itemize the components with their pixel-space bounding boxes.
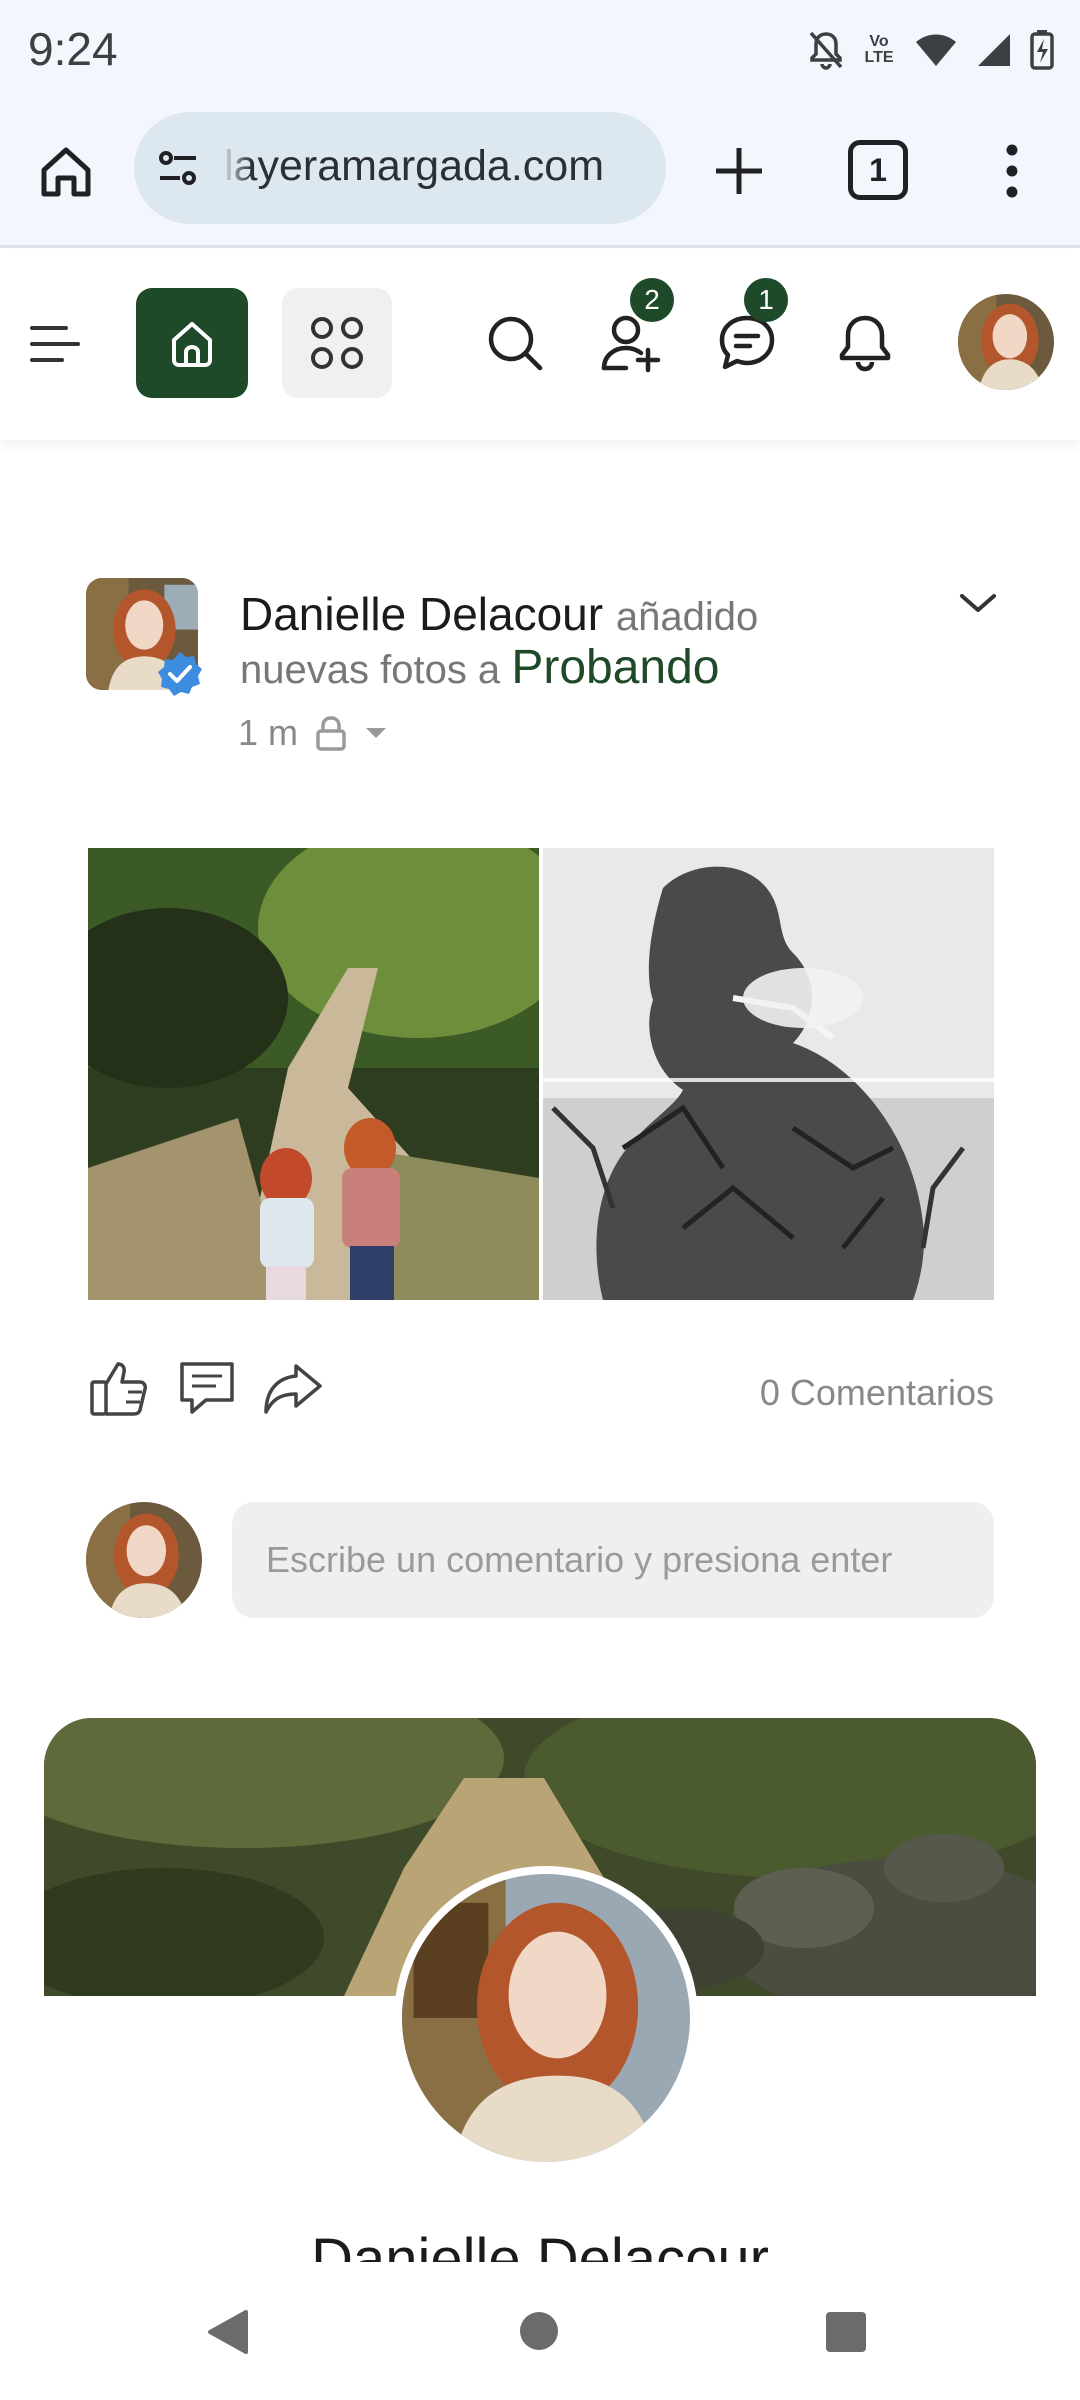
signal-icon <box>978 34 1010 66</box>
home-icon[interactable] <box>34 140 98 204</box>
search-icon[interactable] <box>484 312 546 374</box>
apps-icon <box>311 317 363 369</box>
photo-double-exposure <box>543 848 994 1300</box>
post-action-target-text: nuevas fotos a <box>240 648 501 692</box>
post-actions: 0 Comentarios <box>88 1358 994 1428</box>
menu-icon[interactable] <box>28 320 82 370</box>
back-icon[interactable] <box>206 2308 250 2356</box>
post-headline: Danielle Delacour añadido <box>240 588 880 643</box>
post-photo[interactable] <box>543 848 994 1300</box>
bell-icon[interactable] <box>834 312 896 374</box>
status-time: 9:24 <box>28 23 118 75</box>
post-photo-grid <box>88 848 994 1300</box>
wifi-icon <box>916 34 956 66</box>
profile-card <box>44 1718 1036 2238</box>
site-settings-icon[interactable] <box>154 144 202 192</box>
post-time: 1 m <box>238 712 299 753</box>
tabs-button[interactable]: 1 <box>848 140 908 200</box>
apps-nav-button[interactable] <box>282 288 392 398</box>
volte-label-top: Vo <box>869 33 889 50</box>
home-nav-button[interactable] <box>136 288 248 398</box>
commenter-avatar <box>86 1502 202 1618</box>
plus-icon[interactable] <box>706 138 772 204</box>
comments-count[interactable]: 0 Comentarios <box>760 1372 994 1414</box>
address-bar[interactable]: layeramargada.com <box>134 112 666 224</box>
volte-icon: Vo LTE <box>862 34 896 66</box>
post-author-name[interactable]: Danielle Delacour <box>240 588 603 640</box>
site-header: 2 1 <box>0 250 1080 440</box>
system-nav-bar <box>0 2262 1080 2400</box>
post-action-text: añadido <box>615 595 759 639</box>
comment-input[interactable] <box>232 1502 994 1618</box>
post-headline-target: nuevas fotos a Probando <box>240 638 880 700</box>
user-avatar[interactable] <box>958 294 1054 390</box>
mute-bell-icon <box>809 31 843 70</box>
lock-icon[interactable] <box>314 715 348 751</box>
url-fade <box>222 112 252 224</box>
messages-badge: 1 <box>744 278 788 322</box>
avatar-portrait <box>958 294 1054 390</box>
profile-picture[interactable] <box>394 1866 698 2170</box>
post-group-link[interactable]: Probando <box>511 641 719 694</box>
chevron-down-icon[interactable] <box>956 588 1000 618</box>
home-gesture-icon[interactable] <box>520 2312 558 2350</box>
url-text: layeramargada.com <box>224 142 605 190</box>
status-bar: 9:24 Vo LTE <box>0 0 1080 102</box>
browser-toolbar: layeramargada.com 1 <box>0 102 1080 248</box>
privacy-caret-down-icon[interactable] <box>364 725 388 741</box>
post-meta: 1 m <box>238 712 388 754</box>
comment-icon[interactable] <box>176 1358 238 1418</box>
like-icon[interactable] <box>88 1358 150 1418</box>
more-vert-icon[interactable] <box>990 138 1034 204</box>
home-icon <box>172 322 212 367</box>
photo-children-on-path <box>88 848 539 1300</box>
verified-badge-icon <box>158 652 202 696</box>
profile-portrait <box>402 1874 690 2162</box>
battery-icon <box>1030 30 1054 70</box>
status-icons: Vo LTE <box>808 30 1054 70</box>
commenter-portrait <box>86 1502 202 1618</box>
share-icon[interactable] <box>262 1358 324 1418</box>
friend-requests-badge: 2 <box>630 278 674 322</box>
recents-icon[interactable] <box>826 2312 866 2352</box>
volte-label-bottom: LTE <box>864 49 894 66</box>
screen: 9:24 Vo LTE layeramargada.com 1 2 1 Dani… <box>0 0 1080 2400</box>
comment-composer <box>86 1502 996 1620</box>
post-photo[interactable] <box>88 848 539 1300</box>
